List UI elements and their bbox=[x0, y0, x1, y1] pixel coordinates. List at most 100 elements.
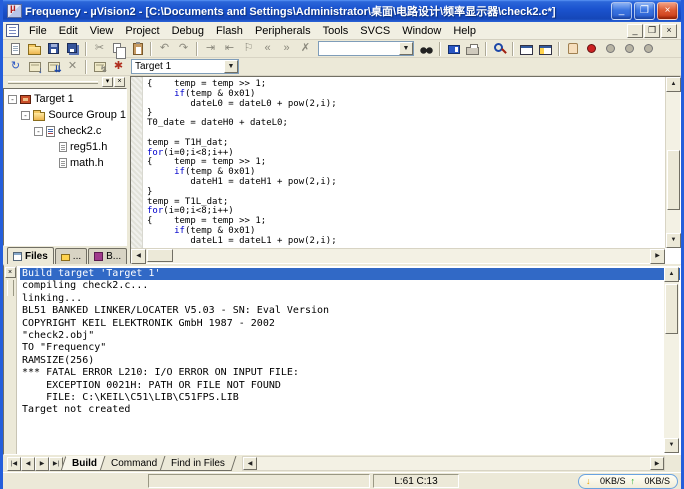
undo-button[interactable]: ↶ bbox=[155, 41, 174, 57]
menu-tools[interactable]: Tools bbox=[317, 23, 355, 39]
panel-close-icon[interactable]: × bbox=[114, 77, 125, 87]
translate-file-button[interactable]: ↻ bbox=[6, 59, 25, 75]
mdi-close-button[interactable]: × bbox=[661, 24, 677, 38]
toolbar-separator bbox=[439, 42, 441, 56]
expander-icon[interactable]: - bbox=[34, 127, 43, 136]
scroll-up-icon[interactable]: ▲ bbox=[666, 77, 681, 92]
disable-breakpoints-icon bbox=[625, 44, 634, 53]
tree-item-check2-c[interactable]: -check2.c bbox=[4, 123, 126, 139]
target-combobox-value[interactable]: Target 1 bbox=[132, 61, 224, 72]
chevron-down-icon[interactable]: ▼ bbox=[399, 42, 413, 55]
paste-button[interactable] bbox=[128, 41, 147, 57]
tree-item-source-group-1[interactable]: -Source Group 1 bbox=[4, 107, 126, 123]
menu-view[interactable]: View bbox=[84, 23, 120, 39]
tree-item-target-1[interactable]: -Target 1 bbox=[4, 91, 126, 107]
chevron-down-icon[interactable]: ▼ bbox=[224, 60, 238, 73]
panel-chevron-icon[interactable]: ▾ bbox=[102, 77, 113, 87]
build-target-button[interactable]: ↓ bbox=[25, 59, 44, 75]
rebuild-all-button[interactable]: ⇊ bbox=[44, 59, 63, 75]
tab-prev-icon[interactable]: ◀ bbox=[21, 457, 35, 471]
close-button[interactable]: × bbox=[657, 2, 678, 20]
minimize-button[interactable]: _ bbox=[611, 2, 632, 20]
editor-vscroll-thumb[interactable] bbox=[667, 150, 680, 210]
indent-button[interactable]: ⇥ bbox=[201, 41, 220, 57]
find-combobox[interactable]: ▼ bbox=[318, 41, 414, 56]
save-all-button[interactable] bbox=[63, 41, 82, 57]
title-bar: Frequency - µVision2 - [C:\Documents and… bbox=[3, 0, 681, 22]
project-window-button[interactable] bbox=[517, 41, 536, 57]
editor-hscroll-thumb[interactable] bbox=[147, 249, 173, 262]
cut-button[interactable]: ✂ bbox=[90, 41, 109, 57]
menu-project[interactable]: Project bbox=[119, 23, 165, 39]
print-button[interactable] bbox=[463, 41, 482, 57]
menu-peripherals[interactable]: Peripherals bbox=[249, 23, 317, 39]
code-editor[interactable]: { temp = temp >> 1; if(temp & 0x01) date… bbox=[130, 76, 681, 264]
debug-hand-button[interactable] bbox=[563, 41, 582, 57]
copy-button[interactable] bbox=[109, 41, 128, 57]
configure-search-button[interactable] bbox=[490, 41, 509, 57]
build-close-icon[interactable]: × bbox=[5, 267, 16, 278]
expander-icon[interactable]: - bbox=[21, 111, 30, 120]
tab-find-in-files[interactable]: Find in Files bbox=[160, 456, 237, 471]
mdi-minimize-button[interactable]: _ bbox=[627, 24, 643, 38]
clear-bookmarks-button[interactable]: ✗ bbox=[296, 41, 315, 57]
scroll-down-icon[interactable]: ▼ bbox=[666, 233, 681, 248]
scroll-left-icon[interactable]: ◀ bbox=[131, 249, 146, 264]
menu-debug[interactable]: Debug bbox=[166, 23, 210, 39]
main-area: ▾ × -Target 1-Source Group 1-check2.creg… bbox=[3, 76, 681, 264]
save-button[interactable] bbox=[44, 41, 63, 57]
scroll-right-icon[interactable]: ▶ bbox=[650, 249, 665, 264]
tab-next-icon[interactable]: ▶ bbox=[35, 457, 49, 471]
enable-breakpoint-button[interactable] bbox=[601, 41, 620, 57]
panel-tab-book[interactable]: B... bbox=[88, 248, 127, 264]
menu-flash[interactable]: Flash bbox=[210, 23, 249, 39]
menu-svcs[interactable]: SVCS bbox=[354, 23, 396, 39]
restore-button[interactable]: ❐ bbox=[634, 2, 655, 20]
build-output-line: compiling check2.c... bbox=[20, 280, 680, 292]
files-icon bbox=[13, 252, 22, 261]
tree-item-reg51-h[interactable]: reg51.h bbox=[4, 139, 126, 155]
mdi-restore-button[interactable]: ❐ bbox=[644, 24, 660, 38]
find-in-files-button[interactable] bbox=[444, 41, 463, 57]
target-combobox[interactable]: Target 1▼ bbox=[131, 59, 239, 74]
tab-command[interactable]: Command bbox=[100, 456, 169, 471]
redo-button[interactable]: ↷ bbox=[174, 41, 193, 57]
tree-item-math-h[interactable]: math.h bbox=[4, 155, 126, 171]
toolbar-separator bbox=[485, 42, 487, 56]
stop-build-button[interactable]: ✕ bbox=[63, 59, 82, 75]
prev-bookmark-button[interactable]: « bbox=[258, 41, 277, 57]
project-panel-tabs: Files...B... bbox=[3, 246, 127, 264]
build-output-text[interactable]: Build target 'Target 1'compiling check2.… bbox=[17, 266, 680, 454]
scroll-down-icon[interactable]: ▼ bbox=[664, 438, 679, 453]
kill-breakpoints-button[interactable] bbox=[639, 41, 658, 57]
build-grip[interactable] bbox=[7, 280, 14, 296]
menu-window[interactable]: Window bbox=[396, 23, 447, 39]
output-window-button[interactable] bbox=[536, 41, 555, 57]
target-options-button[interactable]: ✱ bbox=[109, 59, 128, 75]
menu-file[interactable]: File bbox=[23, 23, 53, 39]
toolbar-build: ↻↓⇊✕↯✱Target 1▼ bbox=[3, 58, 681, 76]
next-bookmark-button[interactable]: » bbox=[277, 41, 296, 57]
build-target-icon: ↓ bbox=[29, 62, 41, 72]
scroll-right-icon[interactable]: ▶ bbox=[650, 457, 664, 470]
scroll-left-icon[interactable]: ◀ bbox=[243, 457, 257, 470]
new-file-button[interactable] bbox=[6, 41, 25, 57]
panel-tab-folder[interactable]: ... bbox=[55, 248, 87, 264]
panel-tab-files[interactable]: Files bbox=[7, 247, 54, 264]
download-flash-button[interactable]: ↯ bbox=[90, 59, 109, 75]
editor-code[interactable]: { temp = temp >> 1; if(temp & 0x01) date… bbox=[143, 77, 680, 263]
open-file-button[interactable] bbox=[25, 41, 44, 57]
project-panel-grip[interactable]: ▾ × bbox=[3, 76, 127, 88]
scroll-up-icon[interactable]: ▲ bbox=[664, 267, 679, 282]
find-button[interactable] bbox=[417, 41, 436, 57]
expander-icon[interactable]: - bbox=[8, 95, 17, 104]
insert-breakpoint-button[interactable] bbox=[582, 41, 601, 57]
unindent-button[interactable]: ⇤ bbox=[220, 41, 239, 57]
menu-edit[interactable]: Edit bbox=[53, 23, 84, 39]
menu-help[interactable]: Help bbox=[447, 23, 482, 39]
disable-breakpoints-button[interactable] bbox=[620, 41, 639, 57]
build-vscroll-thumb[interactable] bbox=[665, 284, 678, 334]
filec-icon bbox=[46, 126, 55, 137]
toggle-bookmark-button[interactable]: ⚐ bbox=[239, 41, 258, 57]
tab-first-icon[interactable]: |◀ bbox=[7, 457, 21, 471]
